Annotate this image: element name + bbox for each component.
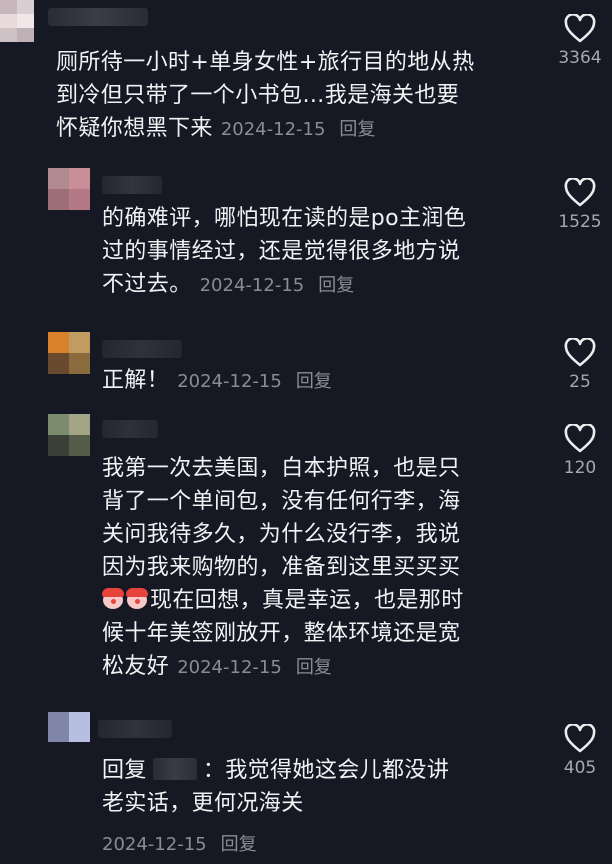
reply-button[interactable]: 回复	[221, 834, 257, 855]
comment-date: 2024-12-15	[177, 657, 282, 678]
comment-date: 2024-12-15	[199, 275, 305, 296]
comment-item: 我第一次去美国，白本护照，也是只 背了一个单间包，没有任何行李，海 关问我待多久…	[0, 410, 612, 706]
like-count: 1525	[558, 212, 602, 232]
comment-item: 的确难评，哪怕现在读的是po主润色 过的事情经过，还是觉得很多地方说 不过去。 2…	[0, 168, 612, 308]
like-button[interactable]: 120	[548, 424, 612, 478]
comment-text: 我第一次去美国，白本护照，也是只 背了一个单间包，没有任何行李，海 关问我待多久…	[102, 456, 464, 679]
like-button[interactable]: 1525	[548, 178, 612, 232]
comment-text: 的确难评，哪怕现在读的是po主润色 过的事情经过，还是觉得很多地方说 不过去。 2…	[102, 206, 467, 297]
reply-prefix: 回复	[102, 758, 147, 783]
comment-text: 正解！ 2024-12-15 回复	[102, 368, 332, 393]
comment-date: 2024-12-15	[177, 371, 282, 392]
like-button[interactable]: 405	[548, 724, 612, 778]
heart-outline-icon	[564, 424, 596, 453]
comment-item: 回复 ：我觉得她这会儿都没讲 老实话，更何况海关 2024-12-15 回复 405	[0, 712, 612, 864]
like-button[interactable]: 3364	[548, 14, 612, 68]
clown-face-emoji	[126, 588, 148, 610]
avatar[interactable]	[48, 168, 90, 210]
comment-list: 厕所待一小时+单身女性+旅行目的地从热 到冷但只带了一个小书包…我是海关也要 怀…	[0, 0, 612, 864]
comment-text: 厕所待一小时+单身女性+旅行目的地从热 到冷但只带了一个小书包…我是海关也要 怀…	[56, 50, 475, 141]
username-redacted[interactable]	[48, 8, 148, 26]
reply-button[interactable]: 回复	[318, 275, 354, 296]
comment-date: 2024-12-15	[102, 834, 207, 855]
username-redacted[interactable]	[102, 176, 162, 194]
like-count: 405	[563, 758, 597, 778]
reply-button[interactable]: 回复	[296, 657, 332, 678]
heart-outline-icon	[564, 178, 596, 207]
comment-text: 回复 ：我觉得她这会儿都没讲 老实话，更何况海关	[102, 758, 450, 816]
avatar[interactable]	[0, 0, 34, 42]
like-count: 120	[563, 458, 597, 478]
avatar[interactable]	[48, 712, 90, 742]
heart-outline-icon	[564, 14, 596, 43]
avatar[interactable]	[48, 414, 90, 456]
heart-outline-icon	[564, 724, 596, 753]
like-count: 3364	[558, 48, 602, 68]
like-count: 25	[569, 372, 591, 392]
username-redacted[interactable]	[102, 420, 158, 438]
avatar[interactable]	[48, 332, 90, 374]
comment-item: 正解！ 2024-12-15 回复 25	[0, 314, 612, 406]
username-redacted[interactable]	[102, 340, 182, 358]
reply-button[interactable]: 回复	[296, 371, 332, 392]
comment-item: 厕所待一小时+单身女性+旅行目的地从热 到冷但只带了一个小书包…我是海关也要 怀…	[0, 0, 612, 160]
like-button[interactable]: 25	[548, 338, 612, 392]
reply-button[interactable]: 回复	[339, 119, 375, 140]
heart-outline-icon	[564, 338, 596, 367]
comment-date: 2024-12-15	[220, 119, 326, 140]
mention-redacted[interactable]	[152, 758, 197, 780]
clown-face-emoji	[102, 588, 124, 610]
username-redacted[interactable]	[98, 720, 172, 738]
comment-meta: 2024-12-15 回复	[102, 830, 257, 856]
